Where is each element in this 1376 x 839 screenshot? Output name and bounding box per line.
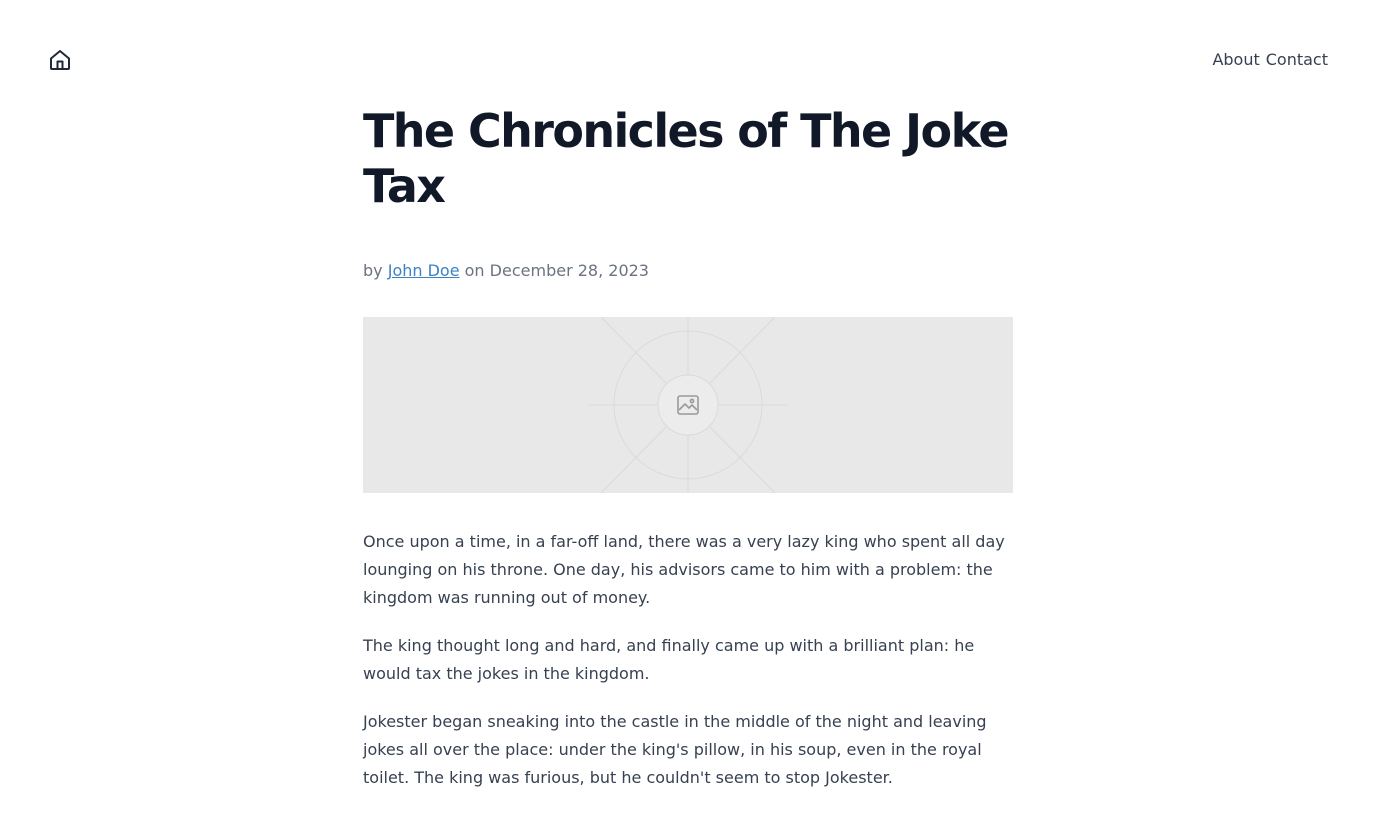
site-header: About Contact — [0, 0, 1376, 120]
article-byline: by John Doe on December 28, 2023 — [363, 260, 1013, 282]
article-paragraph: Once upon a time, in a far-off land, the… — [363, 532, 1005, 607]
publish-date: December 28, 2023 — [489, 261, 649, 280]
home-icon — [48, 48, 72, 72]
page: About Contact The Chronicles of The Joke… — [0, 0, 1376, 839]
article-paragraph: The king thought long and hard, and fina… — [363, 636, 975, 683]
byline-middle: on — [464, 261, 485, 280]
nav-link-contact[interactable]: Contact — [1266, 49, 1328, 71]
article-paragraph: Jokester began sneaking into the castle … — [363, 712, 987, 787]
top-nav: About Contact — [1212, 49, 1328, 71]
article-title: The Chronicles of The Joke Tax — [363, 104, 1010, 213]
byline-prefix: by — [363, 261, 383, 280]
article-body: Once upon a time, in a far-off land, the… — [363, 528, 1013, 792]
image-placeholder-icon — [676, 394, 700, 416]
hero-image-placeholder — [363, 317, 1013, 493]
author-link[interactable]: John Doe — [388, 261, 460, 280]
article: The Chronicles of The Joke Tax by John D… — [363, 104, 1013, 812]
home-link[interactable] — [48, 48, 72, 72]
nav-link-about[interactable]: About — [1212, 49, 1259, 71]
